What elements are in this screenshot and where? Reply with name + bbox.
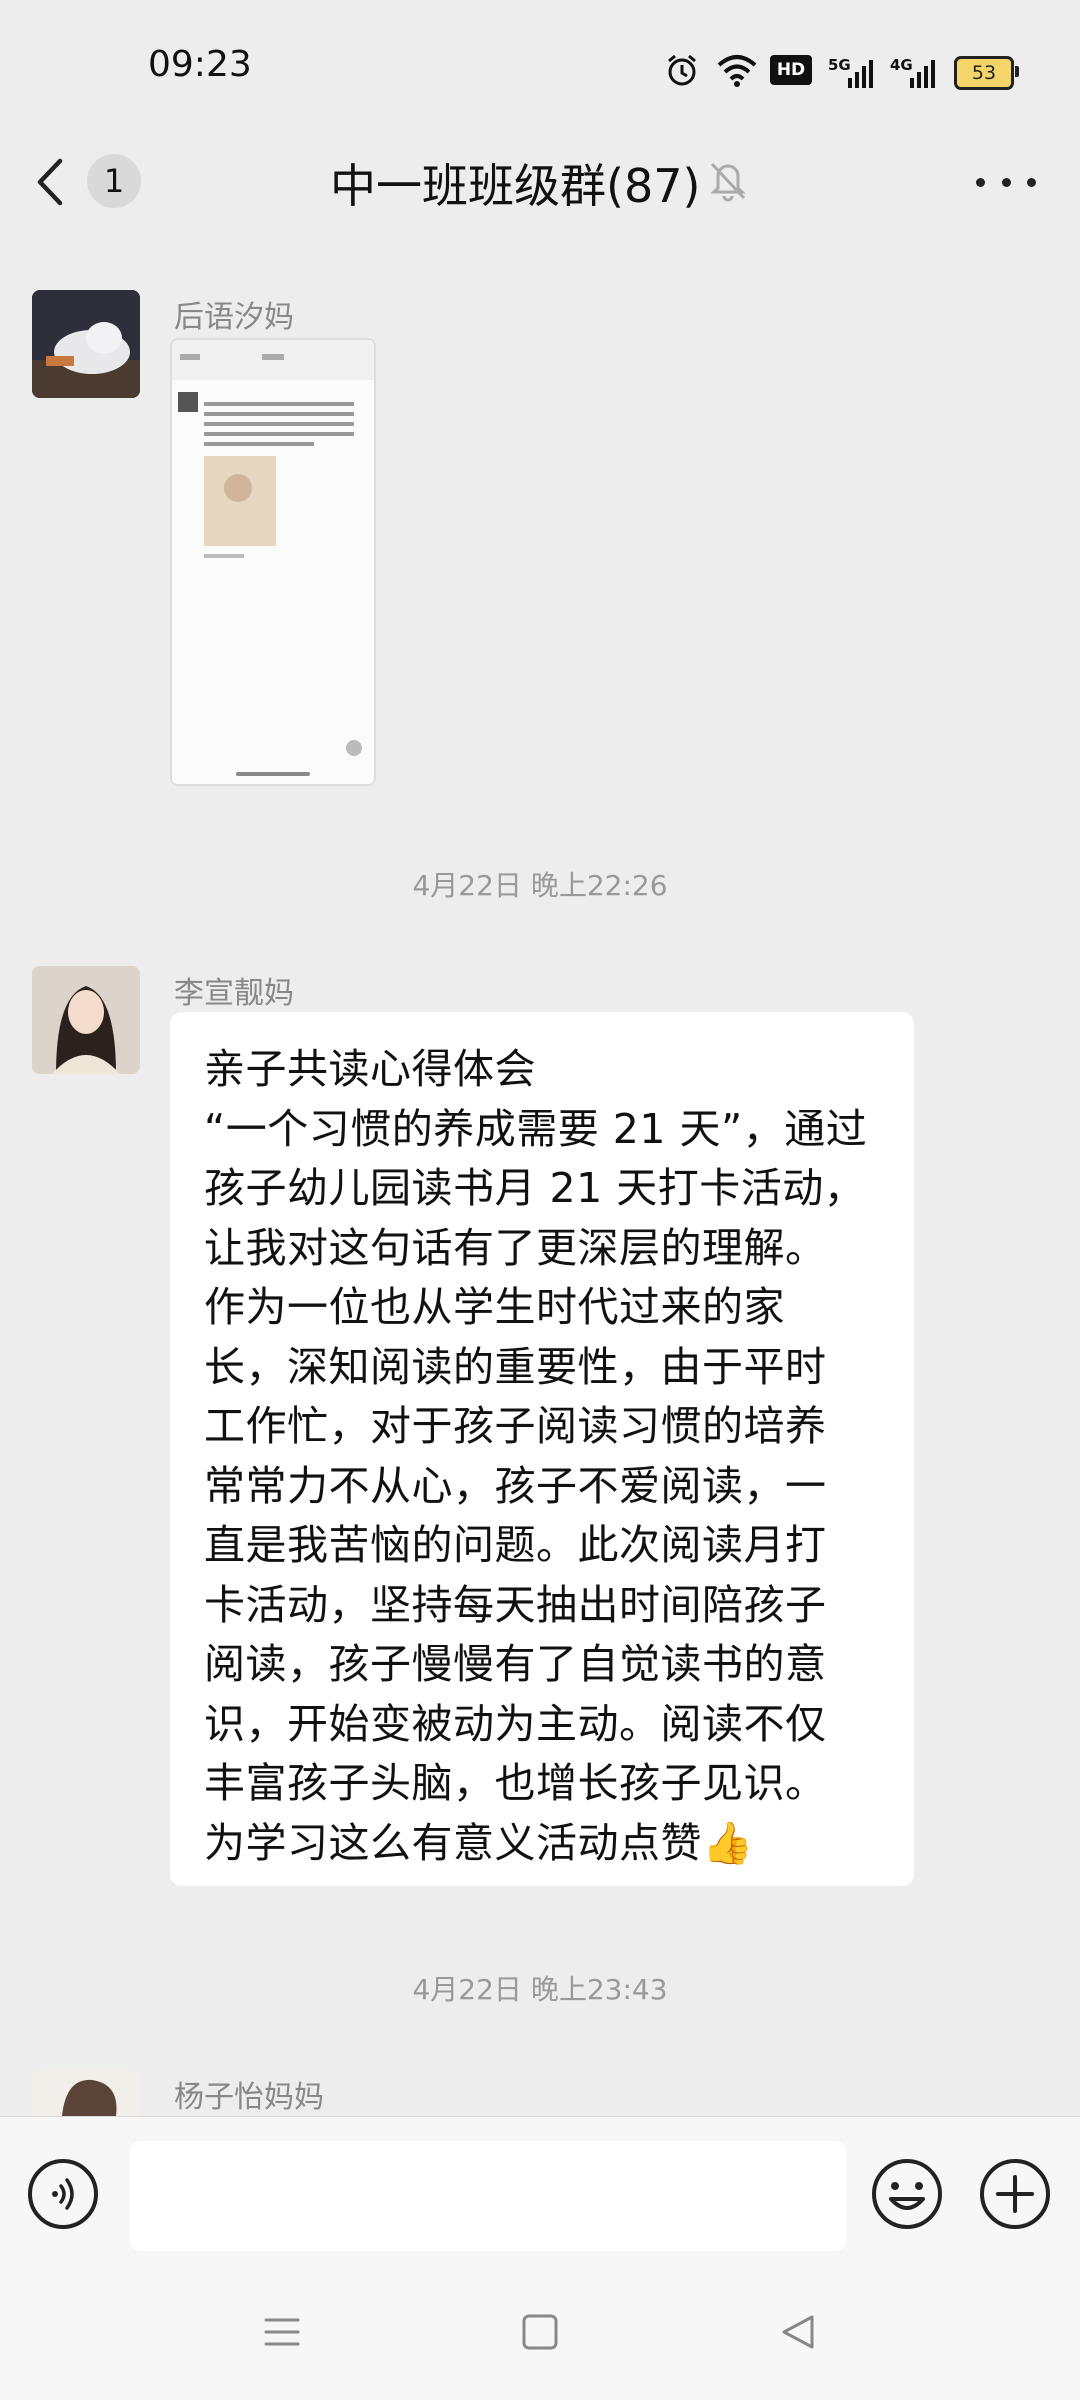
menu-icon[interactable] [262,2312,302,2352]
home-icon[interactable] [520,2312,560,2352]
voice-button[interactable] [28,2159,98,2229]
timestamp: 4月22日 晚上22:26 [412,869,668,902]
hd-label: HD [776,60,806,80]
wifi-icon [716,52,758,88]
sender-name: 李宣靓妈 [174,976,294,1011]
voice-icon [52,2178,74,2210]
back-triangle-icon[interactable] [778,2312,818,2352]
more-icon-dot [1027,177,1036,187]
sender-name: 后语汐妈 [174,300,294,335]
mute-bell-icon [708,158,748,206]
battery-level: 53 [971,62,997,84]
plus-button[interactable] [978,2157,1052,2231]
plus-icon [980,2159,1050,2229]
sender-name: 杨子怡妈妈 [174,2080,324,2115]
avatar[interactable] [32,290,140,398]
back-button[interactable]: 1 [34,150,154,214]
message-input[interactable] [130,2141,846,2251]
avatar[interactable] [32,966,140,1074]
alarm-icon [664,52,700,88]
more-icon-dot [976,177,985,187]
message-image[interactable] [170,338,376,786]
emoji-icon [872,2159,942,2229]
input-bar [0,2116,1080,2275]
timestamp: 4月22日 晚上23:43 [412,1973,668,2006]
status-time: 09:23 [148,44,252,85]
battery-icon: 53 [954,56,1019,90]
chat-header: 1 中一班班级群(87) [0,120,1080,242]
system-nav-bar [0,2274,1080,2400]
more-button[interactable] [976,160,1036,204]
emoji-button[interactable] [870,2157,944,2231]
signal-4g-icon [910,60,935,88]
hd-icon: HD [770,55,812,85]
unread-badge: 1 [87,154,141,208]
signal-5g-icon [848,60,873,88]
more-icon-dot [1001,177,1011,187]
message-text: 亲子共读心得体会 “一个习惯的养成需要 21 天”，通过 孩子幼儿园读书月 21… [204,1045,868,1867]
message-bubble[interactable]: 亲子共读心得体会 “一个习惯的养成需要 21 天”，通过 孩子幼儿园读书月 21… [170,1012,914,1886]
back-icon [37,158,63,206]
chat-title[interactable]: 中一班班级群(87) [330,150,700,216]
avatar[interactable] [32,2070,140,2116]
